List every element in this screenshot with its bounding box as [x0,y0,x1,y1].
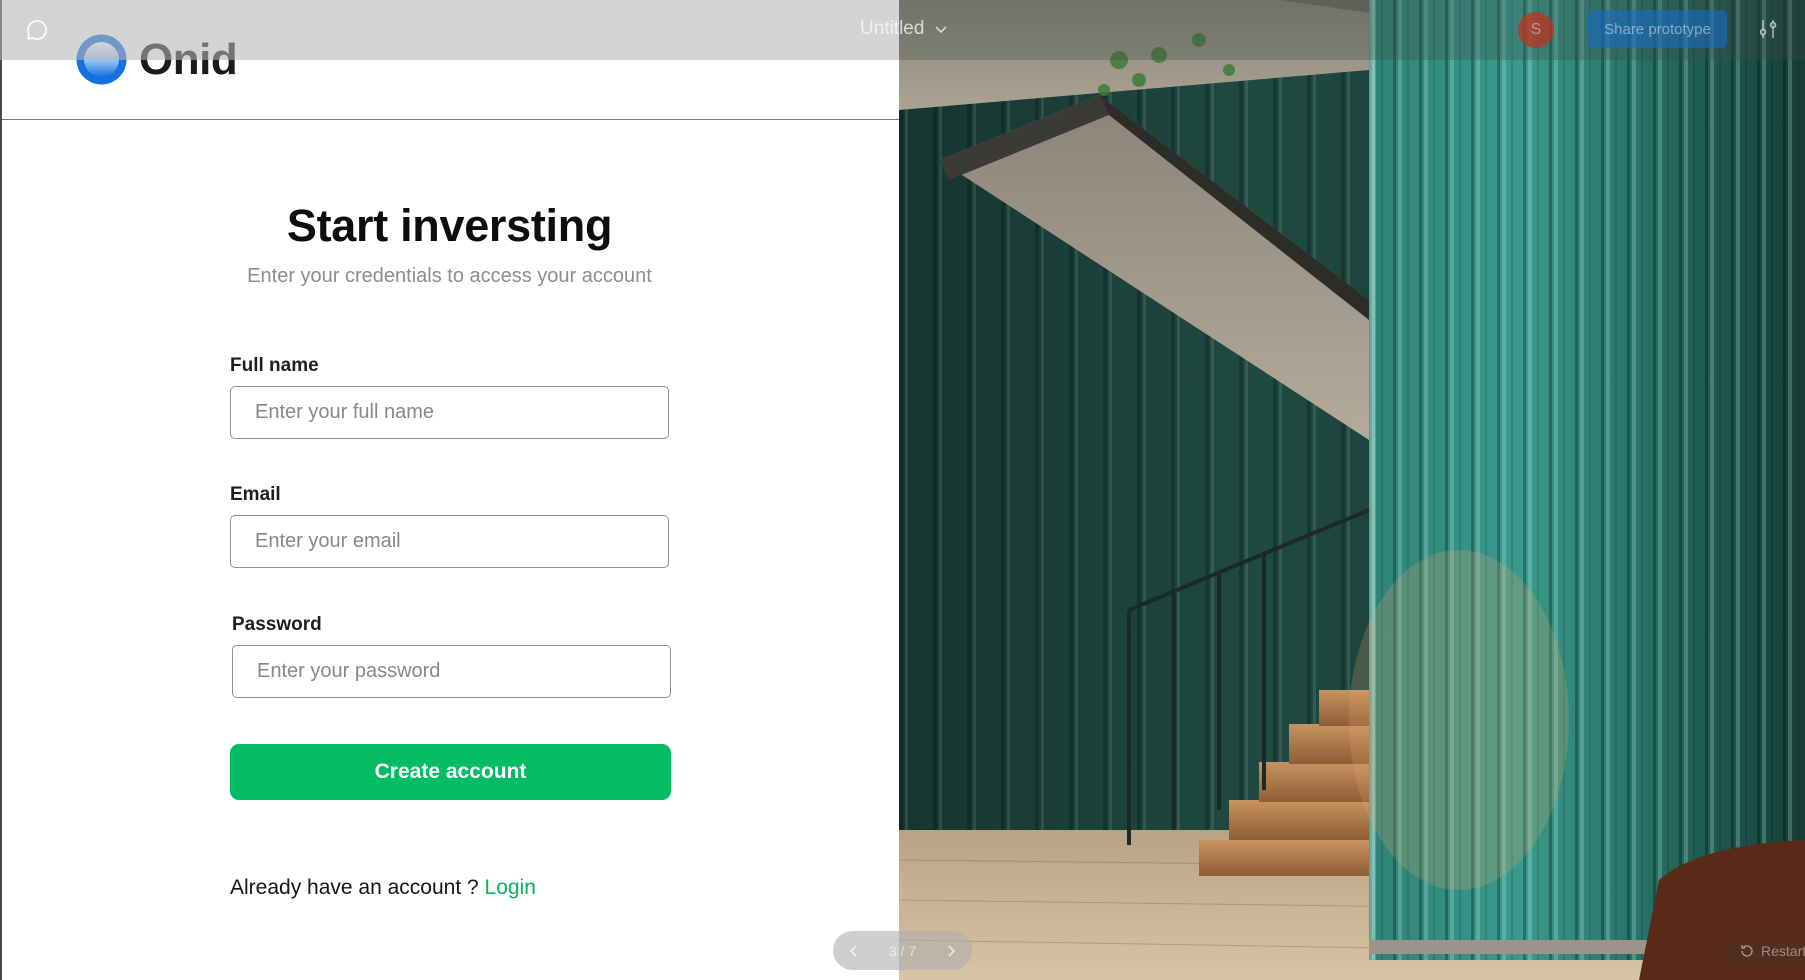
create-account-button[interactable]: Create account [230,744,671,800]
full-name-input[interactable] [230,386,669,439]
chevron-down-icon [935,26,947,34]
sliders-icon[interactable] [1756,17,1780,41]
login-link[interactable]: Login [485,876,536,899]
document-title-text: Untitled [860,18,925,39]
logo-ring-icon [76,34,127,85]
form-subtitle: Enter your credentials to access your ac… [247,265,652,287]
restart-button[interactable]: Restart [1725,935,1805,967]
email-input[interactable] [230,515,669,568]
form-title: Start inversting [286,200,613,251]
signup-panel: Onid Start inversting Enter your credent… [0,0,901,980]
login-prompt-text: Already have an account ? [230,876,479,899]
page-counter: 3 / 7 [888,942,917,959]
comment-icon[interactable] [25,18,49,42]
brand-name: Onid [139,34,238,84]
password-input[interactable] [232,645,671,698]
hero-photo [899,0,1805,980]
prototype-viewer: Onid Start inversting Enter your credent… [0,0,1805,980]
chevron-right-icon[interactable] [944,944,958,958]
document-title[interactable]: Untitled [860,18,948,40]
login-prompt: Already have an account ? Login [230,876,536,900]
restart-label: Restart [1761,943,1805,959]
page-navigator: 3 / 7 [833,931,972,970]
signup-header: Onid [2,0,901,120]
email-label: Email [230,484,281,505]
avatar[interactable]: S [1518,12,1554,48]
restart-icon [1741,945,1753,957]
full-name-label: Full name [230,355,319,376]
staircase-photo [899,0,1805,980]
share-prototype-button[interactable]: Share prototype [1588,10,1727,48]
password-label: Password [232,614,322,635]
chevron-left-icon[interactable] [847,944,861,958]
brand-logo[interactable]: Onid [76,34,238,85]
